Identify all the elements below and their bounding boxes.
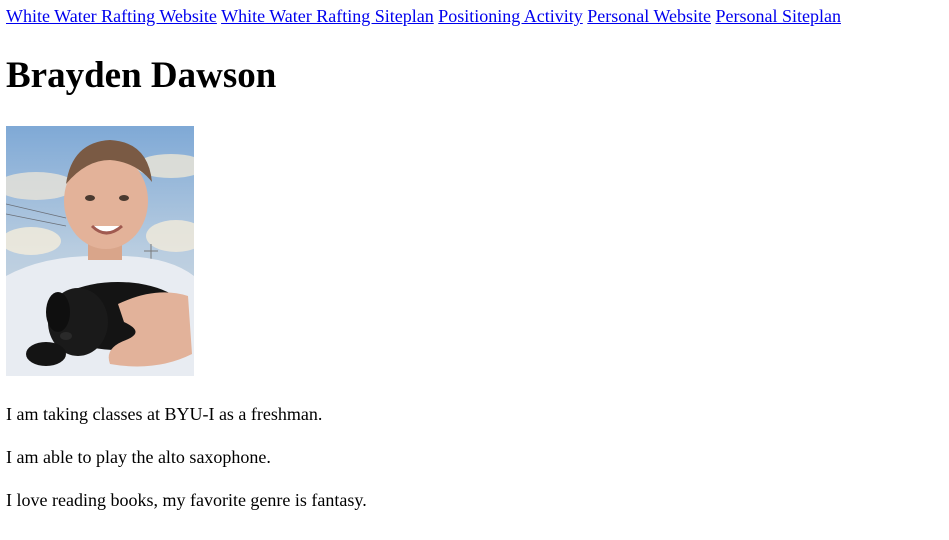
nav-link-white-water-rafting-website[interactable]: White Water Rafting Website <box>6 6 217 26</box>
fact-classes: I am taking classes at BYU-I as a freshm… <box>6 404 323 424</box>
fact-reading: I love reading books, my favorite genre … <box>6 490 367 510</box>
fact-saxophone: I am able to play the alto saxophone. <box>6 447 271 467</box>
nav-link-personal-siteplan[interactable]: Personal Siteplan <box>715 6 840 26</box>
nav-link-positioning-activity[interactable]: Positioning Activity <box>438 6 583 26</box>
top-nav: White Water Rafting Website White Water … <box>6 6 949 27</box>
page-title: Brayden Dawson <box>6 55 277 96</box>
page: White Water Rafting Website White Water … <box>0 0 949 511</box>
nav-link-personal-website[interactable]: Personal Website <box>587 6 711 26</box>
nav-link-white-water-rafting-siteplan[interactable]: White Water Rafting Siteplan <box>221 6 434 26</box>
profile-photo <box>6 126 194 376</box>
